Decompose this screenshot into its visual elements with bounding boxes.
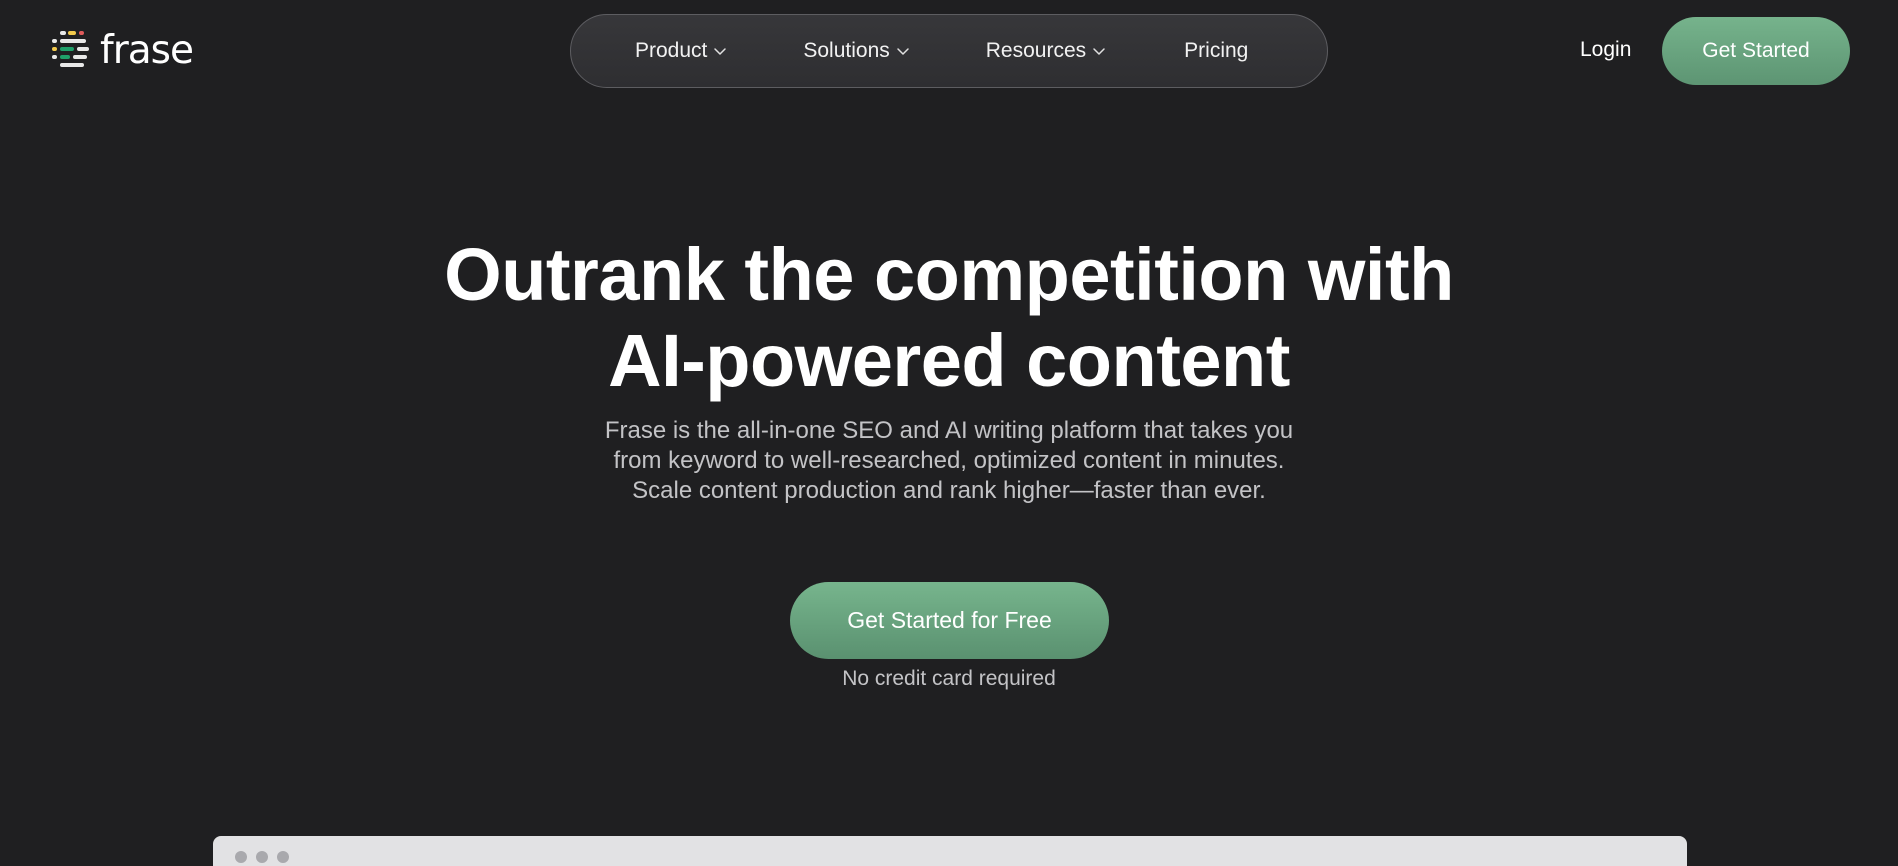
get-started-free-button[interactable]: Get Started for Free — [790, 582, 1109, 659]
nav-item-solutions[interactable]: Solutions — [803, 39, 909, 63]
no-credit-card-note: No credit card required — [842, 667, 1056, 690]
hero-subtitle-line: from keyword to well-researched, optimiz… — [613, 447, 1285, 474]
window-dot-icon — [235, 851, 247, 863]
window-dot-icon — [277, 851, 289, 863]
chevron-down-icon — [897, 48, 909, 55]
main-nav: Product Solutions Resources Pricing — [570, 14, 1328, 88]
hero-title-line: Outrank the competition with — [444, 233, 1454, 316]
hero-title-line: AI-powered content — [608, 319, 1290, 402]
hero-subtitle-line: Frase is the all-in-one SEO and AI writi… — [604, 417, 1294, 444]
nav-item-label: Solutions — [803, 39, 890, 62]
hero-subtitle: Frase is the all-in-one SEO and AI writi… — [540, 416, 1358, 506]
frase-logo[interactable]: frase — [50, 27, 194, 76]
nav-item-resources[interactable]: Resources — [986, 39, 1106, 63]
chevron-down-icon — [1093, 48, 1105, 55]
get-started-button[interactable]: Get Started — [1662, 17, 1850, 85]
frase-logo-icon — [52, 31, 89, 67]
nav-item-product[interactable]: Product — [635, 39, 727, 63]
nav-item-label: Resources — [985, 39, 1087, 62]
login-link[interactable]: Login — [1580, 38, 1631, 62]
chevron-down-icon — [714, 48, 727, 55]
landing-page: frase Product Solutions Resources Pricin… — [0, 0, 1898, 866]
brand-name: frase — [100, 27, 194, 73]
nav-item-label: Product — [635, 39, 708, 62]
nav-item-label: Pricing — [1184, 39, 1249, 62]
hero-subtitle-line: Scale content production and rank higher… — [632, 477, 1266, 504]
app-preview-window — [213, 836, 1687, 866]
nav-item-pricing[interactable]: Pricing — [1184, 39, 1248, 63]
hero-title: Outrank the competition with AI-powered … — [0, 232, 1898, 404]
window-dot-icon — [256, 851, 268, 863]
